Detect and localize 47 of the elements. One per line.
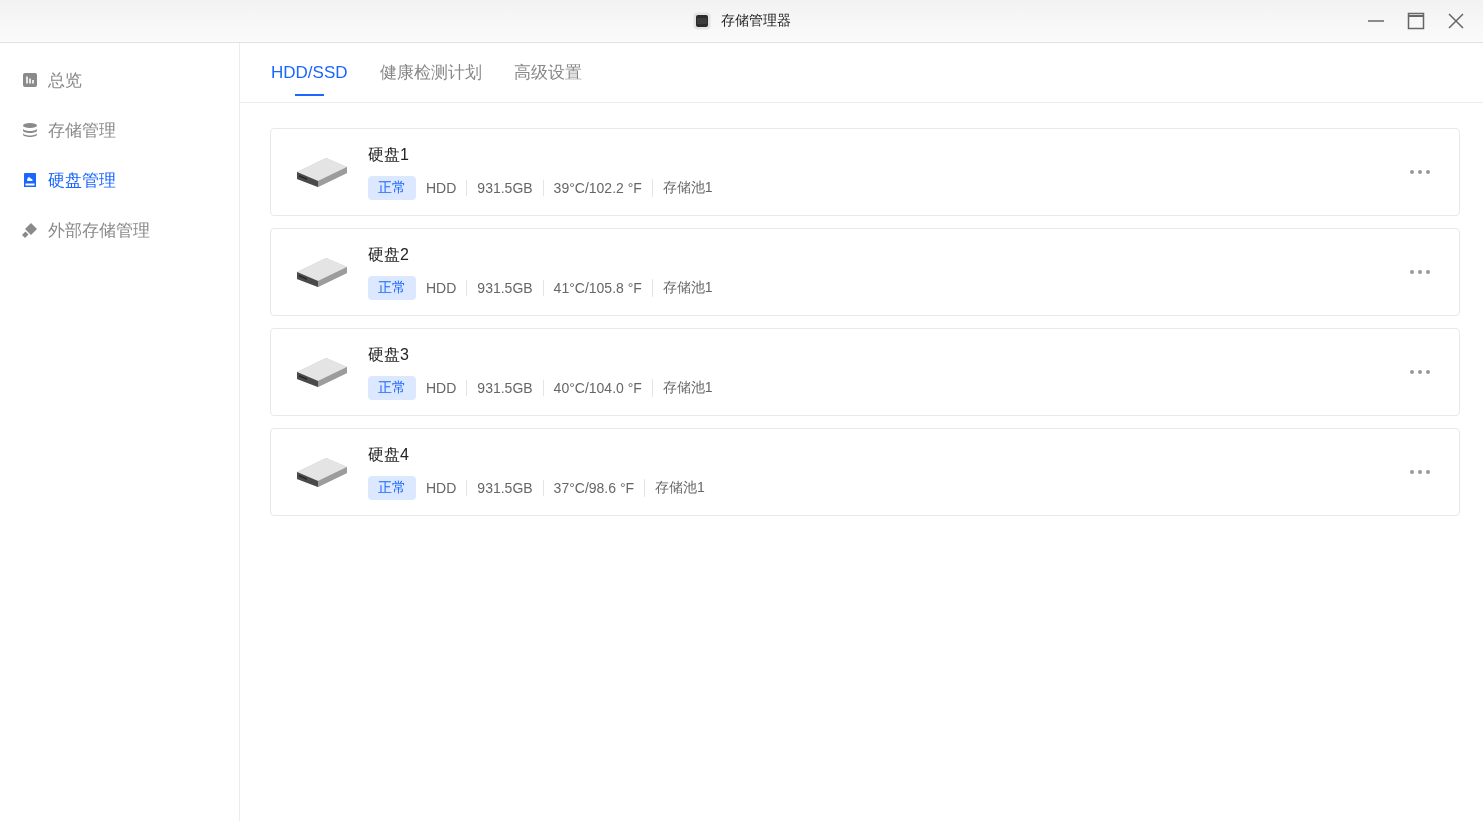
tab[interactable]: HDD/SSD [271,43,348,102]
window-title: 存储管理器 [720,12,791,30]
storage-pool: 存储池1 [651,278,723,297]
status-tag: 正常 [368,475,416,500]
status-tag: 正常 [368,175,416,200]
sidebar-item[interactable]: 存储管理 [0,105,239,155]
maximize-icon[interactable] [1407,12,1425,30]
disk-card[interactable]: 硬盘3 正常 HDD 931.5GB 40°C/104.0 °F 存储池1 [270,328,1460,416]
more-icon[interactable] [1409,169,1431,175]
disk-capacity: 931.5GB [466,379,543,396]
tab[interactable]: 高级设置 [513,43,582,102]
disk-type: HDD [426,279,458,296]
disk-temperature: 37°C/98.6 °F [542,479,645,496]
app-icon [692,12,711,30]
disk-capacity: 931.5GB [466,279,543,296]
storage-pool: 存储池1 [651,378,723,397]
disk-temperature: 41°C/105.8 °F [542,279,652,296]
database-icon [22,122,38,138]
sidebar-item[interactable]: 总览 [0,55,239,105]
disk-temperature: 40°C/104.0 °F [542,379,652,396]
sidebar-item[interactable]: 硬盘管理 [0,155,239,205]
chart-icon [22,72,38,88]
disk-type: HDD [426,479,458,496]
more-icon[interactable] [1409,369,1431,375]
storage-pool: 存储池1 [651,178,723,197]
tab[interactable]: 健康检测计划 [379,43,482,102]
disk-temperature: 39°C/102.2 °F [542,179,652,196]
more-icon[interactable] [1409,469,1431,475]
disk-name: 硬盘3 [368,344,410,365]
disk-card[interactable]: 硬盘4 正常 HDD 931.5GB 37°C/98.6 °F 存储池1 [270,428,1460,516]
more-icon[interactable] [1409,269,1431,275]
status-tag: 正常 [368,375,416,400]
disk-capacity: 931.5GB [466,179,543,196]
usb-drive-icon [22,222,38,238]
disk-name: 硬盘1 [368,144,410,165]
sidebar-item[interactable]: 外部存储管理 [0,205,239,255]
disk-type: HDD [426,179,458,196]
close-icon[interactable] [1447,12,1465,30]
storage-pool: 存储池1 [644,478,715,497]
disk-capacity: 931.5GB [466,479,543,496]
drive-icon [22,172,38,188]
disk-type: HDD [426,379,458,396]
disk-card[interactable]: 硬盘1 正常 HDD 931.5GB 39°C/102.2 °F 存储池1 [270,128,1460,216]
disk-card[interactable]: 硬盘2 正常 HDD 931.5GB 41°C/105.8 °F 存储池1 [270,228,1460,316]
disk-name: 硬盘4 [368,444,410,465]
status-tag: 正常 [368,275,416,300]
disk-name: 硬盘2 [368,244,410,265]
